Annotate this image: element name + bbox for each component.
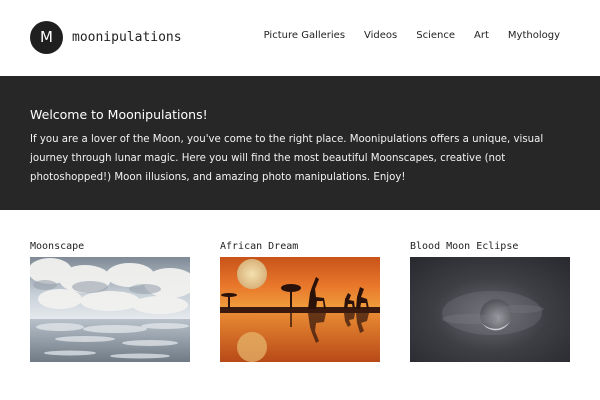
nav-item-mythology[interactable]: Mythology [508, 30, 560, 41]
gallery-card-partial [30, 394, 190, 400]
nav-item-art[interactable]: Art [474, 30, 489, 41]
gallery-card-moonscape: Moonscape [30, 241, 190, 362]
welcome-text: If you are a lover of the Moon, you've c… [30, 134, 544, 183]
gallery-card-partial [220, 394, 380, 400]
welcome-banner: Welcome to Moonipulations! If you are a … [0, 76, 600, 210]
site-logo[interactable]: M moonipulations [30, 21, 182, 54]
nav-item-picture-galleries[interactable]: Picture Galleries [264, 30, 345, 41]
gallery-card-partial [410, 394, 570, 400]
gallery-card-blood-moon-eclipse: Blood Moon Eclipse [410, 241, 570, 362]
nav-item-science[interactable]: Science [416, 30, 455, 41]
clouds-over-water-image[interactable] [30, 257, 190, 362]
welcome-title: Welcome to Moonipulations! [30, 107, 208, 122]
eclipsed-moon-image[interactable] [410, 257, 570, 362]
card-title: African Dream [220, 241, 299, 252]
gallery-card-african-dream: African Dream [220, 241, 380, 362]
card-title: Blood Moon Eclipse [410, 241, 519, 252]
card-title: Moonscape [30, 241, 85, 252]
site-header: M moonipulations Picture Galleries Video… [0, 0, 600, 76]
site-name: moonipulations [72, 30, 182, 45]
nav-item-videos[interactable]: Videos [364, 30, 397, 41]
logo-badge: M [30, 21, 63, 54]
giraffes-at-sunset-image[interactable] [220, 257, 380, 362]
main-nav: Picture Galleries Videos Science Art Myt… [245, 30, 560, 41]
